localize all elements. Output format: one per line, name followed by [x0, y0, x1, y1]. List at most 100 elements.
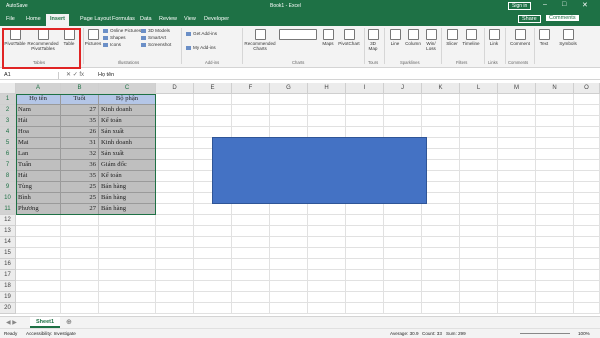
column-header[interactable]: A [16, 83, 61, 94]
cell[interactable] [194, 292, 232, 303]
cell[interactable] [498, 226, 536, 237]
accessibility-status[interactable]: Accessibility: Investigate [26, 331, 76, 336]
cell[interactable] [536, 127, 574, 138]
cell[interactable]: Tùng [16, 182, 61, 193]
cell[interactable]: 36 [61, 160, 99, 171]
maps-button[interactable]: Maps [320, 29, 336, 46]
row-header[interactable]: 19 [0, 292, 16, 303]
cell[interactable] [194, 215, 232, 226]
cell[interactable] [460, 270, 498, 281]
cell[interactable] [308, 105, 346, 116]
cell[interactable] [460, 303, 498, 314]
cell[interactable] [156, 94, 194, 105]
cell[interactable] [460, 292, 498, 303]
cell[interactable] [536, 149, 574, 160]
cell[interactable] [16, 237, 61, 248]
cell[interactable] [574, 182, 600, 193]
cell[interactable] [346, 237, 384, 248]
cell[interactable] [498, 237, 536, 248]
cell[interactable] [536, 226, 574, 237]
cell[interactable] [384, 226, 422, 237]
cell[interactable] [460, 259, 498, 270]
cell[interactable] [346, 116, 384, 127]
tab-formulas[interactable]: Formulas [112, 16, 135, 22]
cell[interactable] [346, 259, 384, 270]
tab-data[interactable]: Data [140, 16, 152, 22]
cell[interactable]: Sản xuất [99, 127, 156, 138]
cell[interactable] [536, 182, 574, 193]
cell[interactable] [422, 237, 460, 248]
cell[interactable] [498, 116, 536, 127]
recommended-charts-button[interactable]: Recommended Charts [244, 29, 276, 51]
cell[interactable] [16, 248, 61, 259]
cell[interactable] [498, 160, 536, 171]
cell[interactable] [232, 204, 270, 215]
cell[interactable] [574, 303, 600, 314]
cell[interactable] [270, 270, 308, 281]
cell[interactable] [156, 292, 194, 303]
cell[interactable] [574, 248, 600, 259]
chart-types-buttons[interactable] [276, 29, 320, 41]
cell[interactable] [232, 215, 270, 226]
cell[interactable] [422, 303, 460, 314]
column-header[interactable]: H [308, 83, 346, 94]
online-pictures-button[interactable]: Online Pictures [103, 28, 141, 34]
cell[interactable] [536, 204, 574, 215]
cell[interactable] [460, 182, 498, 193]
cell[interactable] [460, 149, 498, 160]
cell[interactable]: Họ tên [16, 94, 61, 105]
shapes-button[interactable]: Shapes [103, 35, 126, 41]
cell[interactable] [422, 160, 460, 171]
cell[interactable]: Kế toán [99, 171, 156, 182]
cell[interactable] [536, 248, 574, 259]
cell[interactable] [498, 105, 536, 116]
name-box[interactable]: A1 [4, 72, 59, 79]
cell[interactable] [156, 204, 194, 215]
cell[interactable]: Tuấn [16, 160, 61, 171]
cell[interactable]: Hải [16, 171, 61, 182]
cell[interactable] [574, 116, 600, 127]
cell[interactable] [460, 116, 498, 127]
cell[interactable] [194, 116, 232, 127]
sparkline-line-button[interactable]: Line [388, 29, 402, 46]
cell[interactable] [308, 204, 346, 215]
symbols-button[interactable]: Symbols [556, 29, 580, 46]
zoom-level[interactable]: 100% [578, 331, 590, 336]
autosave-label[interactable]: AutoSave [6, 3, 28, 9]
cell[interactable] [61, 303, 99, 314]
cell[interactable] [574, 215, 600, 226]
column-header[interactable]: G [270, 83, 308, 94]
cell[interactable] [16, 270, 61, 281]
cell[interactable] [574, 193, 600, 204]
column-header[interactable]: B [61, 83, 99, 94]
cell[interactable] [384, 215, 422, 226]
cell[interactable] [536, 94, 574, 105]
cell[interactable] [384, 248, 422, 259]
cell[interactable] [574, 292, 600, 303]
cell[interactable]: Bán hàng [99, 193, 156, 204]
cell[interactable] [574, 160, 600, 171]
cell[interactable] [498, 248, 536, 259]
cell[interactable] [460, 237, 498, 248]
cell[interactable] [498, 149, 536, 160]
row-header[interactable]: 5 [0, 138, 16, 149]
cell[interactable] [460, 127, 498, 138]
cell[interactable] [61, 270, 99, 281]
cell[interactable] [308, 237, 346, 248]
cell[interactable] [308, 303, 346, 314]
cell[interactable] [460, 281, 498, 292]
tab-developer[interactable]: Developer [204, 16, 229, 22]
cell[interactable] [422, 127, 460, 138]
cell[interactable] [99, 281, 156, 292]
cell[interactable] [536, 281, 574, 292]
cell[interactable]: 32 [61, 149, 99, 160]
cell[interactable] [156, 105, 194, 116]
cell[interactable]: 26 [61, 127, 99, 138]
cell[interactable] [384, 237, 422, 248]
cell[interactable]: Bán hàng [99, 182, 156, 193]
minimize-icon[interactable]: – [543, 1, 547, 8]
cell[interactable] [308, 116, 346, 127]
row-header[interactable]: 16 [0, 259, 16, 270]
cell[interactable] [346, 94, 384, 105]
cell[interactable] [422, 105, 460, 116]
